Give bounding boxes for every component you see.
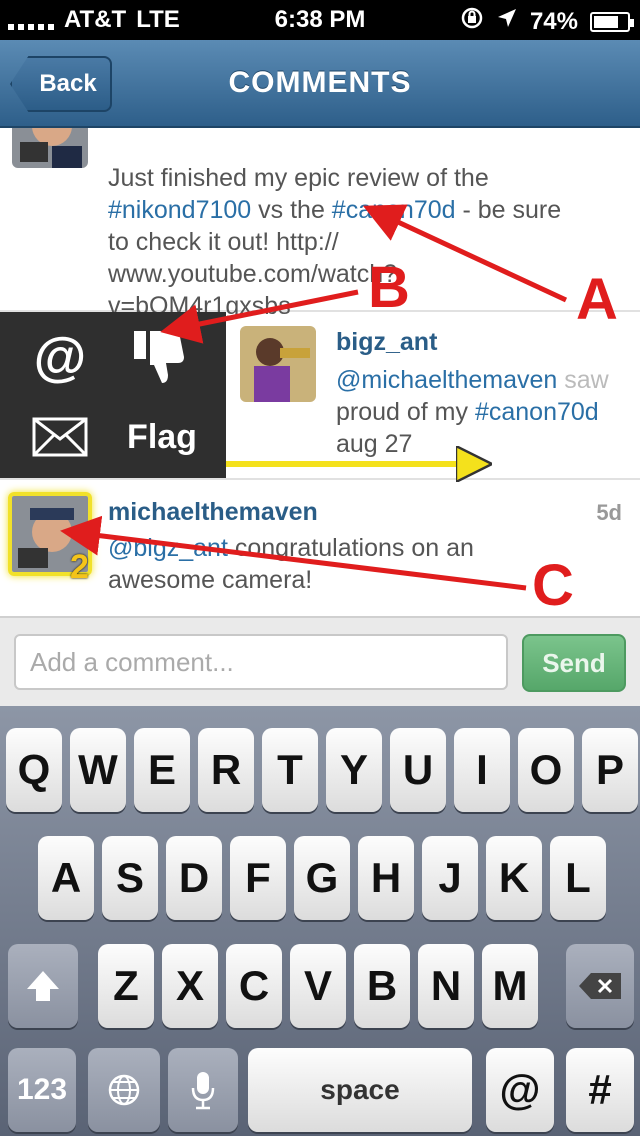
dislike-icon[interactable] bbox=[120, 322, 200, 392]
comment-item: Just finished my epic review of the #nik… bbox=[0, 128, 640, 320]
reply-mention-button[interactable]: @ bbox=[20, 322, 100, 392]
key-e[interactable]: E bbox=[134, 728, 190, 812]
hashtag-link[interactable]: #canon70d bbox=[475, 398, 599, 426]
key-t[interactable]: T bbox=[262, 728, 318, 812]
key-c[interactable]: C bbox=[226, 944, 282, 1028]
key-w[interactable]: W bbox=[70, 728, 126, 812]
key-s[interactable]: S bbox=[102, 836, 158, 920]
hashtag-link[interactable]: #nikond7100 bbox=[108, 196, 251, 224]
at-key[interactable]: @ bbox=[486, 1048, 554, 1132]
battery-icon bbox=[590, 11, 634, 32]
comment-username[interactable]: michaelthemaven bbox=[108, 498, 318, 527]
avatar[interactable] bbox=[240, 326, 316, 402]
key-i[interactable]: I bbox=[454, 728, 510, 812]
key-d[interactable]: D bbox=[166, 836, 222, 920]
key-z[interactable]: Z bbox=[98, 944, 154, 1028]
hash-key[interactable]: # bbox=[566, 1048, 634, 1132]
comment-username[interactable]: bigz_ant bbox=[336, 328, 437, 357]
key-g[interactable]: G bbox=[294, 836, 350, 920]
numbers-key[interactable]: 123 bbox=[8, 1048, 76, 1132]
comment-text: @michaelthemaven saw proud of my #canon7… bbox=[336, 364, 640, 460]
key-x[interactable]: X bbox=[162, 944, 218, 1028]
keyboard: QWERTYUIOP ASDFGHJKL ZXCVBNM 123 space @… bbox=[0, 706, 640, 1136]
comment-date: aug 27 bbox=[336, 430, 413, 458]
annotation-label-c: C bbox=[532, 553, 574, 618]
navigation-bar: Back COMMENTS bbox=[0, 40, 640, 128]
key-k[interactable]: K bbox=[486, 836, 542, 920]
badge-number: 2 bbox=[70, 548, 89, 586]
send-button[interactable]: Send bbox=[522, 634, 626, 692]
key-o[interactable]: O bbox=[518, 728, 574, 812]
avatar[interactable] bbox=[12, 128, 88, 168]
key-p[interactable]: P bbox=[582, 728, 638, 812]
key-m[interactable]: M bbox=[482, 944, 538, 1028]
rotation-lock-icon bbox=[460, 6, 484, 37]
key-h[interactable]: H bbox=[358, 836, 414, 920]
location-icon bbox=[496, 7, 518, 36]
key-u[interactable]: U bbox=[390, 728, 446, 812]
annotation-label-a: A bbox=[576, 267, 618, 332]
comment-actions-panel: @ Flag bbox=[0, 312, 226, 478]
comment-input-bar: Send bbox=[0, 616, 640, 706]
key-n[interactable]: N bbox=[418, 944, 474, 1028]
key-y[interactable]: Y bbox=[326, 728, 382, 812]
hashtag-link[interactable]: #canon70d bbox=[332, 196, 456, 224]
annotation-label-b: B bbox=[368, 255, 410, 320]
key-j[interactable]: J bbox=[422, 836, 478, 920]
key-b[interactable]: B bbox=[354, 944, 410, 1028]
page-title: COMMENTS bbox=[228, 66, 412, 99]
key-a[interactable]: A bbox=[38, 836, 94, 920]
key-q[interactable]: Q bbox=[6, 728, 62, 812]
comment-time: 5d bbox=[596, 500, 622, 525]
comment-input[interactable] bbox=[14, 634, 508, 690]
microphone-key[interactable] bbox=[168, 1048, 238, 1132]
key-v[interactable]: V bbox=[290, 944, 346, 1028]
comment-text: Just finished my epic review of the #nik… bbox=[108, 164, 562, 320]
key-l[interactable]: L bbox=[550, 836, 606, 920]
space-key[interactable]: space bbox=[248, 1048, 472, 1132]
mention-link[interactable]: @bigz_ant bbox=[108, 534, 228, 562]
status-bar: AT&T LTE 6:38 PM 74% bbox=[0, 0, 640, 40]
shift-key[interactable] bbox=[8, 944, 78, 1028]
battery-percent: 74% bbox=[529, 7, 578, 35]
delete-key[interactable] bbox=[566, 944, 634, 1028]
mail-icon[interactable] bbox=[20, 402, 100, 472]
comment-text: @bigz_ant congratulations on an awesome … bbox=[108, 534, 474, 594]
flag-button[interactable]: Flag bbox=[112, 402, 212, 472]
mention-link[interactable]: @michaelthemaven bbox=[336, 366, 557, 394]
key-f[interactable]: F bbox=[230, 836, 286, 920]
key-r[interactable]: R bbox=[198, 728, 254, 812]
globe-key[interactable] bbox=[88, 1048, 160, 1132]
